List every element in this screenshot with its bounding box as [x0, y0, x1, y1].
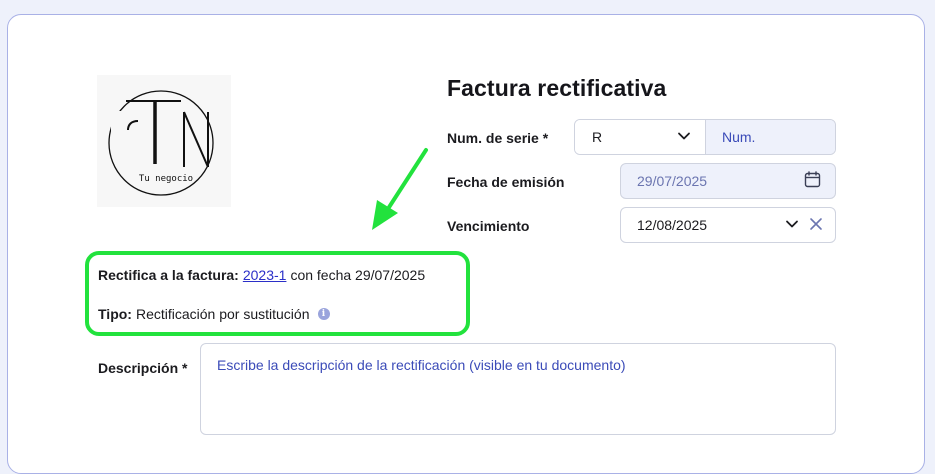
page-title: Factura rectificativa [447, 75, 667, 101]
serie-number-placeholder: Num. [722, 129, 756, 145]
serie-select[interactable]: R [575, 120, 706, 154]
serie-field-group: R Num. [574, 119, 836, 155]
vencimiento-label: Vencimiento [447, 218, 530, 234]
calendar-icon[interactable] [804, 171, 821, 191]
emision-date-field[interactable]: 29/07/2025 [620, 163, 836, 199]
rectifica-suffix: con fecha 29/07/2025 [290, 267, 426, 283]
descripcion-textarea[interactable]: Escribe la descripción de la rectificaci… [200, 343, 836, 435]
serie-selected-value: R [592, 129, 603, 145]
descripcion-placeholder: Escribe la descripción de la rectificaci… [217, 357, 626, 373]
highlight-box [85, 251, 470, 336]
invoice-link[interactable]: 2023-1 [243, 267, 287, 283]
chevron-down-icon [677, 129, 691, 146]
emision-date-value: 29/07/2025 [637, 173, 708, 189]
clear-icon[interactable] [809, 217, 823, 234]
tipo-value: Rectificación por sustitución [135, 306, 310, 322]
rectifica-line: Rectifica a la factura: 2023-1 con fecha… [98, 267, 425, 283]
info-icon[interactable]: i [317, 308, 330, 320]
descripcion-label: Descripción * [98, 360, 188, 376]
logo-tagline: Tu negocio [139, 174, 193, 184]
emision-label: Fecha de emisión [447, 174, 565, 190]
annotation-arrow [360, 140, 440, 245]
company-logo: Tu negocio [97, 75, 231, 207]
chevron-down-icon[interactable] [785, 217, 799, 234]
serie-label: Num. de serie * [447, 130, 549, 146]
vencimiento-value: 12/08/2025 [637, 217, 708, 233]
vencimiento-select[interactable]: 12/08/2025 [620, 207, 836, 243]
tipo-label: Tipo: [98, 306, 132, 322]
tipo-line: Tipo: Rectificación por sustitución i [98, 306, 330, 322]
serie-number-input[interactable]: Num. [706, 120, 835, 154]
rectifica-label: Rectifica a la factura: [98, 267, 239, 283]
